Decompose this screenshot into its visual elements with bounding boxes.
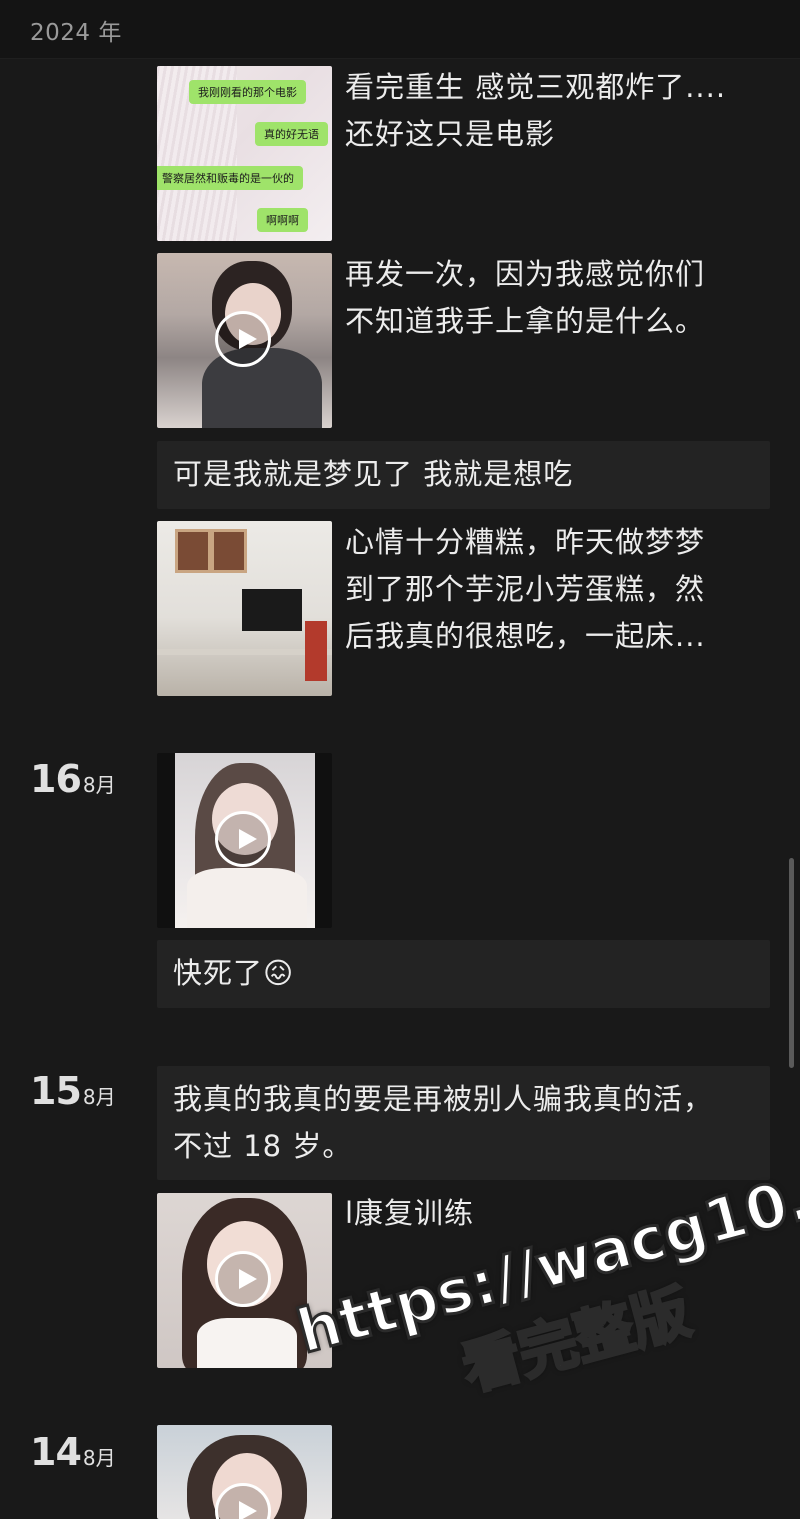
post-video-thumbnail[interactable] — [157, 253, 332, 428]
post-video-thumbnail[interactable] — [157, 1193, 332, 1368]
watermark-subtitle: 看完整版 — [454, 1276, 699, 1405]
date-label: 14 8月 — [30, 1430, 116, 1474]
chat-bubble: 真的好无语 — [255, 122, 328, 146]
post-text[interactable]: 看完重生 感觉三观都炸了.... 还好这只是电影 — [345, 64, 775, 158]
chat-bubble: 警察居然和贩毒的是一伙的 — [157, 166, 303, 190]
post-video-thumbnail[interactable] — [157, 753, 332, 928]
date-month: 8月 — [82, 1446, 116, 1470]
text-post-card[interactable]: 我真的我真的要是再被别人骗我真的活， 不过 18 岁。 — [157, 1066, 770, 1180]
play-icon[interactable] — [215, 1251, 271, 1307]
date-month: 8月 — [82, 1085, 116, 1109]
post-video-thumbnail[interactable] — [157, 1425, 332, 1519]
date-day: 15 — [30, 1069, 82, 1113]
date-day: 14 — [30, 1430, 82, 1474]
text-post-card[interactable]: 快死了😖 — [157, 940, 770, 1008]
scrollbar[interactable] — [789, 858, 794, 1068]
chat-bubble: 我刚刚看的那个电影 — [189, 80, 306, 104]
moments-page: 2024 年 我刚刚看的那个电影 真的好无语 警察居然和贩毒的是一伙的 啊啊啊 … — [0, 0, 800, 1519]
post-image-cafe[interactable] — [157, 521, 332, 696]
date-month: 8月 — [82, 773, 116, 797]
text-post-card[interactable]: 可是我就是梦见了 我就是想吃 — [157, 441, 770, 509]
post-text[interactable]: l康复训练 — [345, 1190, 775, 1237]
year-header: 2024 年 — [0, 0, 800, 59]
play-icon[interactable] — [215, 311, 271, 367]
post-text[interactable]: 再发一次，因为我感觉你们 不知道我手上拿的是什么。 — [345, 251, 775, 345]
chat-bubble: 啊啊啊 — [257, 208, 308, 232]
year-label: 2024 年 — [30, 20, 122, 46]
date-label: 15 8月 — [30, 1069, 116, 1113]
date-label: 16 8月 — [30, 757, 116, 801]
play-icon[interactable] — [215, 811, 271, 867]
date-day: 16 — [30, 757, 82, 801]
post-image-chat-screenshot[interactable]: 我刚刚看的那个电影 真的好无语 警察居然和贩毒的是一伙的 啊啊啊 — [157, 66, 332, 241]
post-text[interactable]: 心情十分糟糕，昨天做梦梦 到了那个芋泥小芳蛋糕，然 后我真的很想吃，一起床... — [345, 519, 775, 660]
